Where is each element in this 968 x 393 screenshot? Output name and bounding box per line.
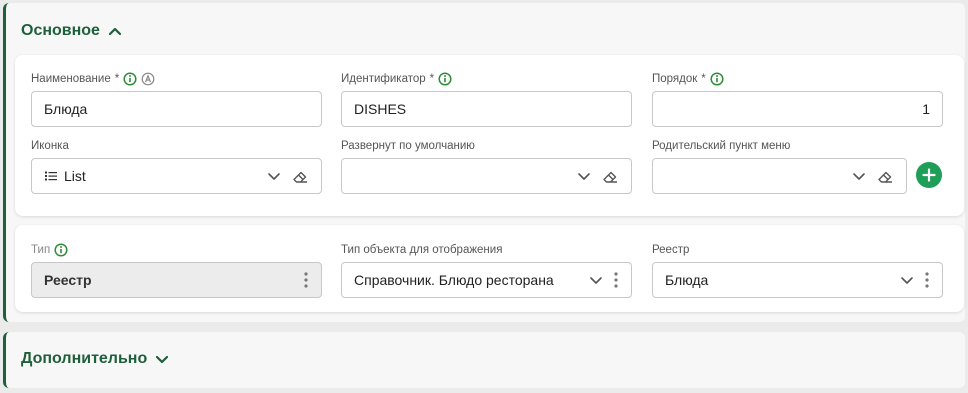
- field-icon: Иконка List: [31, 138, 322, 194]
- identifier-label: Идентификатор: [341, 73, 426, 85]
- expanded-label: Развернут по умолчанию: [341, 140, 475, 152]
- field-registry: Реестр Блюда: [652, 242, 943, 298]
- registry-select[interactable]: Блюда: [652, 262, 943, 298]
- section-extra-toggle[interactable]: Дополнительно: [21, 350, 169, 368]
- identifier-input[interactable]: DISHES: [341, 91, 632, 127]
- eraser-icon[interactable]: [601, 167, 619, 185]
- display-type-value: Справочник. Блюдо ресторана: [354, 272, 554, 288]
- order-value: 1: [922, 101, 930, 117]
- section-extra: Дополнительно: [3, 332, 965, 388]
- section-main: Основное Наименование * Блюда Идентифика…: [3, 3, 965, 322]
- translate-icon[interactable]: [141, 72, 155, 86]
- plus-icon: [922, 168, 936, 182]
- name-value: Блюда: [44, 101, 88, 117]
- icon-select[interactable]: List: [31, 158, 322, 194]
- order-input[interactable]: 1: [652, 91, 943, 127]
- chevron-down-icon[interactable]: [575, 167, 593, 185]
- field-parent: Родительский пункт меню: [652, 138, 907, 194]
- name-input[interactable]: Блюда: [31, 91, 322, 127]
- required-mark: *: [114, 73, 120, 85]
- icon-label: Иконка: [31, 140, 69, 152]
- chevron-down-icon[interactable]: [850, 167, 868, 185]
- required-mark: *: [701, 73, 706, 85]
- required-mark: *: [429, 73, 435, 85]
- registry-label: Реестр: [652, 244, 690, 256]
- eraser-icon[interactable]: [876, 167, 894, 185]
- chevron-down-icon[interactable]: [587, 271, 605, 289]
- field-expanded: Развернут по умолчанию: [341, 138, 632, 194]
- info-icon[interactable]: [710, 72, 724, 86]
- field-identifier: Идентификатор * DISHES: [341, 71, 632, 127]
- field-name: Наименование * Блюда: [31, 71, 322, 127]
- info-icon[interactable]: [123, 72, 137, 86]
- display-type-label: Тип объекта для отображения: [341, 244, 503, 256]
- chevron-up-icon: [108, 27, 122, 36]
- info-icon[interactable]: [54, 243, 68, 257]
- list-icon: [45, 171, 57, 181]
- icon-value: List: [64, 168, 86, 184]
- expanded-select[interactable]: [341, 158, 632, 194]
- chevron-down-icon[interactable]: [898, 271, 916, 289]
- kebab-menu-icon[interactable]: [303, 271, 309, 289]
- chevron-down-icon: [156, 355, 169, 364]
- card-type: Тип Реестр Тип объекта для отображения С…: [15, 225, 964, 312]
- kebab-menu-icon[interactable]: [613, 271, 619, 289]
- chevron-down-icon[interactable]: [265, 167, 283, 185]
- parent-select[interactable]: [652, 158, 907, 194]
- info-icon[interactable]: [438, 72, 452, 86]
- type-label: Тип: [31, 244, 51, 256]
- field-type: Тип Реестр: [31, 242, 322, 298]
- parent-label: Родительский пункт меню: [652, 140, 791, 152]
- type-select: Реестр: [31, 262, 322, 298]
- registry-value: Блюда: [665, 272, 709, 288]
- section-main-title: Основное: [21, 22, 100, 39]
- identifier-value: DISHES: [354, 101, 407, 117]
- field-display-type: Тип объекта для отображения Справочник. …: [341, 242, 632, 298]
- order-label: Порядок: [652, 73, 698, 85]
- field-order: Порядок * 1: [652, 71, 943, 127]
- type-value: Реестр: [44, 272, 92, 288]
- card-general: Наименование * Блюда Идентификатор * DIS…: [15, 55, 964, 216]
- name-label: Наименование: [31, 73, 111, 85]
- section-extra-title: Дополнительно: [21, 350, 148, 367]
- add-parent-button[interactable]: [916, 162, 942, 188]
- display-type-select[interactable]: Справочник. Блюдо ресторана: [341, 262, 632, 298]
- eraser-icon[interactable]: [291, 167, 309, 185]
- section-main-toggle[interactable]: Основное: [21, 22, 122, 40]
- kebab-menu-icon[interactable]: [924, 271, 930, 289]
